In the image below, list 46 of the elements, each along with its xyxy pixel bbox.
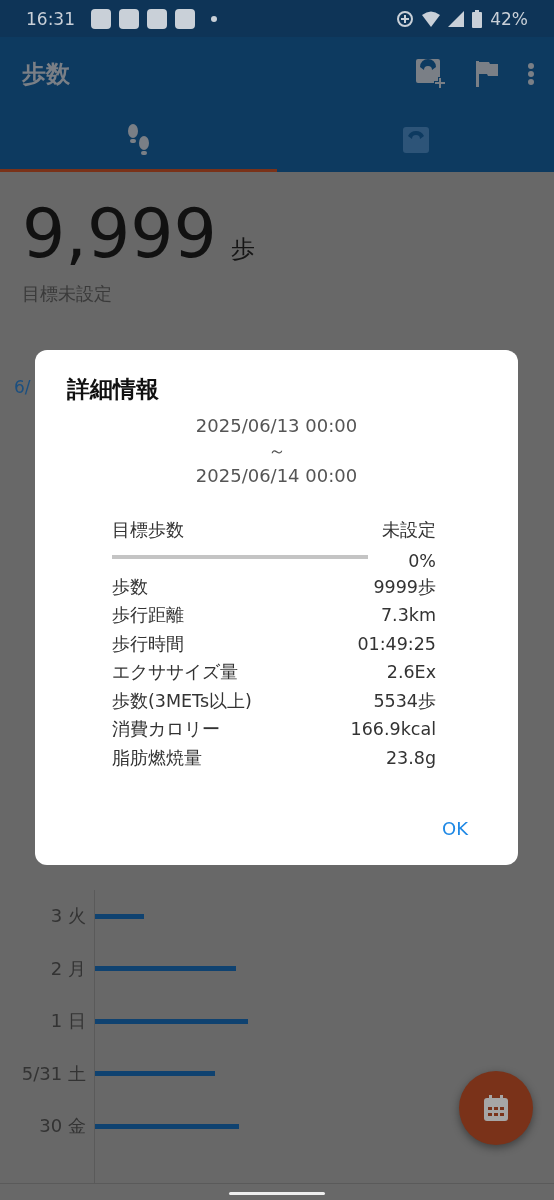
goal-percent: 0%: [408, 549, 436, 573]
notification-icon: [147, 8, 167, 29]
step-unit: 歩: [230, 234, 255, 265]
row-label: 歩数(3METs以上): [112, 689, 252, 713]
ok-button[interactable]: OK: [434, 812, 476, 845]
dot-icon: [211, 15, 217, 22]
row-label: 歩数: [112, 575, 148, 599]
dialog-title: 詳細情報: [67, 375, 160, 404]
app-title: 歩数: [22, 58, 71, 90]
more-menu-icon[interactable]: [528, 62, 534, 85]
row-value: 5534歩: [373, 689, 436, 713]
start-date: 2025/06/13 00:00: [195, 414, 358, 438]
row-label: 脂肪燃焼量: [112, 746, 202, 770]
signal-icon: [448, 10, 465, 27]
notification-icon: [119, 8, 139, 29]
row-value: 7.3km: [381, 604, 436, 627]
row-label: 消費カロリー: [112, 718, 220, 741]
row-label: エクササイズ量: [112, 661, 238, 684]
row-value: 23.8g: [385, 746, 436, 770]
row-value: 166.9kcal: [350, 718, 436, 741]
row-value: 01:49:25: [357, 632, 436, 656]
calendar-button[interactable]: [459, 1071, 533, 1145]
notification-icon: [175, 8, 195, 29]
status-time: 16:31: [26, 8, 75, 29]
range-separator: ～: [267, 439, 286, 463]
end-date: 2025/06/14 00:00: [195, 464, 358, 488]
footprints-icon: [125, 122, 152, 157]
flag-icon[interactable]: [476, 60, 498, 87]
scale-plus-icon: [416, 58, 446, 89]
row-value: 2.6Ex: [386, 661, 436, 684]
step-bar: [95, 913, 144, 919]
notification-icon: [91, 8, 111, 29]
battery-icon: [472, 9, 483, 28]
data-saver-icon: [396, 9, 415, 28]
wifi-icon: [422, 10, 441, 27]
row-value: 未設定: [382, 519, 436, 542]
step-count: 9,999: [22, 200, 217, 268]
row-value: 9999歩: [373, 575, 436, 599]
date-label: 6/: [14, 377, 31, 397]
row-label: 歩行距離: [112, 604, 184, 627]
add-weight-button[interactable]: [416, 58, 446, 89]
battery-percent: 42%: [490, 8, 528, 29]
scale-icon: [402, 126, 429, 153]
row-label: 歩行時間: [112, 632, 184, 656]
calendar-icon: [484, 1095, 508, 1121]
row-label: 目標歩数: [112, 519, 184, 542]
